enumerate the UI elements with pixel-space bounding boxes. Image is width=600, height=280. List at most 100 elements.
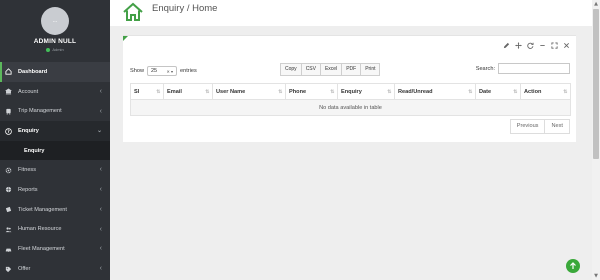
avatar[interactable]: ...: [41, 7, 69, 35]
tag-icon: [5, 266, 12, 273]
sidebar-item-label: Trip Management: [18, 108, 62, 115]
scroll-down-arrow-icon[interactable]: ▼: [593, 273, 599, 279]
pencil-icon[interactable]: [503, 42, 510, 51]
online-dot-icon: [46, 47, 51, 52]
entries-length-control: Show 25 ✕ ▾ entries: [130, 66, 197, 76]
sidebar-item-ticket-management[interactable]: Ticket Management ‹: [0, 200, 110, 220]
column-header-enquiry[interactable]: Enquiry ⇅: [337, 83, 395, 100]
scroll-up-arrow-icon[interactable]: ▲: [593, 1, 599, 7]
scrollbar-thumb[interactable]: [593, 9, 599, 159]
sidebar-item-label: Account: [18, 88, 39, 95]
table-search: Search:: [476, 63, 570, 74]
sort-icon: ⇅: [156, 89, 160, 95]
home-outline-icon: [122, 2, 144, 26]
chevron-down-icon: ⌄: [96, 128, 102, 135]
sidebar-item-label: Human Resource: [18, 226, 62, 233]
globe-icon: [5, 186, 12, 193]
sort-icon: ⇅: [330, 89, 334, 95]
copy-button[interactable]: Copy: [280, 63, 302, 76]
sort-icon: ⇅: [468, 89, 472, 95]
column-header-label: Date: [479, 88, 492, 95]
column-header-label: Sl: [134, 88, 140, 95]
sidebar-item-offer[interactable]: Offer ‹: [0, 259, 110, 279]
bus-icon: [5, 108, 12, 115]
previous-page-button[interactable]: Previous: [509, 119, 546, 134]
pagination: Previous Next: [509, 119, 570, 134]
column-header-date[interactable]: Date ⇅: [475, 83, 521, 100]
entries-select-arrows-icon: ✕ ▾: [166, 68, 173, 74]
sidebar-item-human-resource[interactable]: Human Resource ‹: [0, 220, 110, 240]
chevron-left-icon: ‹: [99, 245, 102, 253]
column-header-label: Enquiry: [341, 88, 362, 95]
pdf-button[interactable]: PDF: [341, 63, 362, 76]
sidebar-menu: Dashboard Account ‹ Trip Management ‹ ? …: [0, 62, 110, 279]
entries-label: entries: [180, 68, 197, 74]
users-icon: [5, 226, 12, 233]
chevron-left-icon: ‹: [99, 87, 102, 95]
move-icon[interactable]: [515, 42, 522, 51]
column-header-label: Phone: [289, 88, 307, 95]
show-label: Show: [130, 68, 144, 74]
user-status-label: Admin: [52, 47, 64, 52]
sidebar-item-label: Reports: [18, 186, 38, 193]
column-header-action[interactable]: Action ⇅: [520, 83, 571, 100]
page-title: Enquiry / Home: [152, 3, 218, 14]
sidebar: ... ADMIN NULL Admin Dashboard Account ‹…: [0, 0, 110, 280]
chevron-left-icon: ‹: [99, 265, 102, 273]
chevron-left-icon: ‹: [99, 107, 102, 115]
sidebar-item-label: Fitness: [18, 167, 37, 174]
sidebar-item-fleet-management[interactable]: Fleet Management ‹: [0, 239, 110, 259]
sidebar-item-dashboard[interactable]: Dashboard: [0, 62, 110, 82]
sort-icon: ⇅: [387, 89, 391, 95]
scroll-to-top-button[interactable]: [566, 259, 580, 273]
refresh-icon[interactable]: [527, 42, 534, 51]
next-page-button[interactable]: Next: [544, 119, 570, 134]
export-buttons: Copy CSV Excel PDF Print: [280, 63, 381, 76]
enquiry-table: Sl ⇅ Email ⇅ User Name ⇅ Phone ⇅ Enquiry ⇅ Re…: [130, 83, 571, 116]
column-header-label: Action: [524, 88, 542, 95]
chevron-left-icon: ‹: [99, 166, 102, 174]
csv-button[interactable]: CSV: [300, 63, 321, 76]
column-header-label: User Name: [216, 88, 246, 95]
sidebar-item-account[interactable]: Account ‹: [0, 82, 110, 102]
user-name: ADMIN NULL: [33, 38, 77, 45]
column-header-read-unread[interactable]: Read/Unread ⇅: [394, 83, 476, 100]
page-header: Enquiry / Home: [110, 0, 592, 26]
profile-block: ... ADMIN NULL Admin: [0, 0, 110, 62]
panel-corner-marker: [123, 36, 128, 41]
excel-button[interactable]: Excel: [319, 63, 343, 76]
column-header-label: Read/Unread: [398, 88, 433, 95]
empty-table-message: No data available in table: [130, 99, 571, 116]
column-header-sl[interactable]: Sl ⇅: [130, 83, 164, 100]
sort-icon: ⇅: [205, 89, 209, 95]
sidebar-item-fitness[interactable]: Fitness ‹: [0, 160, 110, 180]
user-status: Admin: [0, 47, 110, 52]
entries-select-value: 25: [151, 68, 158, 74]
ticket-icon: [5, 206, 12, 213]
sidebar-item-label: Dashboard: [18, 68, 48, 75]
enquiry-panel: Show 25 ✕ ▾ entries Copy CSV Excel PDF P…: [123, 35, 576, 142]
column-header-phone[interactable]: Phone ⇅: [285, 83, 338, 100]
sidebar-item-trip-management[interactable]: Trip Management ‹: [0, 102, 110, 122]
expand-icon[interactable]: [551, 42, 558, 51]
column-header-user-name[interactable]: User Name ⇅: [212, 83, 286, 100]
sidebar-subitem-enquiry[interactable]: Enquiry: [0, 141, 110, 161]
search-input[interactable]: [498, 63, 570, 74]
sidebar-item-enquiry[interactable]: ? Enquiry ⌄: [0, 121, 110, 142]
close-icon[interactable]: [563, 42, 570, 51]
entries-select[interactable]: 25 ✕ ▾: [147, 66, 177, 76]
bank-icon: [5, 88, 12, 95]
minimize-icon[interactable]: [539, 42, 546, 51]
sort-icon: ⇅: [563, 89, 567, 95]
page-scrollbar[interactable]: ▲ ▼: [592, 0, 600, 280]
column-header-label: Email: [167, 88, 182, 95]
question-circle-icon: ?: [5, 128, 12, 135]
sidebar-item-label: Offer: [18, 266, 31, 273]
sidebar-item-reports[interactable]: Reports ‹: [0, 180, 110, 200]
gear-icon: [5, 167, 12, 174]
chevron-left-icon: ‹: [99, 185, 102, 193]
print-button[interactable]: Print: [360, 63, 381, 76]
search-label: Search:: [475, 65, 495, 72]
column-header-email[interactable]: Email ⇅: [163, 83, 213, 100]
table-row: No data available in table: [130, 99, 571, 116]
